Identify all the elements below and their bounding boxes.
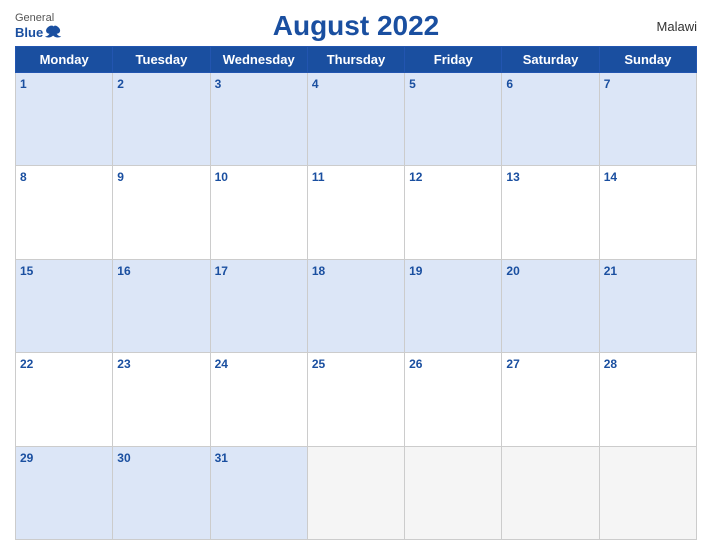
col-tuesday: Tuesday: [113, 47, 210, 73]
logo-blue-text: Blue: [15, 25, 43, 40]
day-number: 4: [312, 77, 319, 91]
table-row: 24: [210, 353, 307, 446]
weekday-header-row: Monday Tuesday Wednesday Thursday Friday…: [16, 47, 697, 73]
day-number: 26: [409, 357, 422, 371]
day-number: 16: [117, 264, 130, 278]
day-number: 5: [409, 77, 416, 91]
table-row: 3: [210, 73, 307, 166]
table-row: 8: [16, 166, 113, 259]
table-row: [307, 446, 404, 539]
day-number: 25: [312, 357, 325, 371]
calendar-week-row: 1 2 3 4 5 6 7: [16, 73, 697, 166]
day-number: 9: [117, 170, 124, 184]
day-number: 14: [604, 170, 617, 184]
table-row: 26: [405, 353, 502, 446]
day-number: 6: [506, 77, 513, 91]
table-row: 14: [599, 166, 696, 259]
col-monday: Monday: [16, 47, 113, 73]
table-row: 31: [210, 446, 307, 539]
country-label: Malawi: [617, 19, 697, 34]
table-row: 11: [307, 166, 404, 259]
table-row: [405, 446, 502, 539]
table-row: 22: [16, 353, 113, 446]
logo-bird-icon: [45, 24, 63, 40]
table-row: 21: [599, 259, 696, 352]
day-number: 24: [215, 357, 228, 371]
table-row: 5: [405, 73, 502, 166]
table-row: 9: [113, 166, 210, 259]
table-row: 23: [113, 353, 210, 446]
day-number: 30: [117, 451, 130, 465]
day-number: 23: [117, 357, 130, 371]
day-number: 29: [20, 451, 33, 465]
table-row: 12: [405, 166, 502, 259]
table-row: 2: [113, 73, 210, 166]
table-row: 10: [210, 166, 307, 259]
day-number: 19: [409, 264, 422, 278]
day-number: 12: [409, 170, 422, 184]
calendar-week-row: 15 16 17 18 19 20 21: [16, 259, 697, 352]
table-row: 20: [502, 259, 599, 352]
day-number: 17: [215, 264, 228, 278]
table-row: 13: [502, 166, 599, 259]
logo-general-text: General: [15, 12, 54, 24]
day-number: 22: [20, 357, 33, 371]
table-row: 25: [307, 353, 404, 446]
table-row: [502, 446, 599, 539]
col-thursday: Thursday: [307, 47, 404, 73]
table-row: 16: [113, 259, 210, 352]
day-number: 7: [604, 77, 611, 91]
table-row: 15: [16, 259, 113, 352]
calendar-title-area: August 2022: [95, 10, 617, 42]
calendar-week-row: 29 30 31: [16, 446, 697, 539]
col-sunday: Sunday: [599, 47, 696, 73]
day-number: 18: [312, 264, 325, 278]
table-row: 6: [502, 73, 599, 166]
table-row: 7: [599, 73, 696, 166]
table-row: [599, 446, 696, 539]
day-number: 13: [506, 170, 519, 184]
day-number: 31: [215, 451, 228, 465]
table-row: 17: [210, 259, 307, 352]
table-row: 18: [307, 259, 404, 352]
day-number: 10: [215, 170, 228, 184]
calendar-week-row: 22 23 24 25 26 27 28: [16, 353, 697, 446]
day-number: 15: [20, 264, 33, 278]
col-friday: Friday: [405, 47, 502, 73]
table-row: 19: [405, 259, 502, 352]
calendar-table: Monday Tuesday Wednesday Thursday Friday…: [15, 46, 697, 540]
day-number: 28: [604, 357, 617, 371]
table-row: 1: [16, 73, 113, 166]
day-number: 21: [604, 264, 617, 278]
day-number: 1: [20, 77, 27, 91]
day-number: 20: [506, 264, 519, 278]
calendar-header: General Blue August 2022 Malawi: [15, 10, 697, 42]
table-row: 4: [307, 73, 404, 166]
table-row: 29: [16, 446, 113, 539]
table-row: 27: [502, 353, 599, 446]
table-row: 30: [113, 446, 210, 539]
calendar-title: August 2022: [273, 10, 440, 41]
day-number: 27: [506, 357, 519, 371]
logo-area: General Blue: [15, 12, 95, 40]
col-wednesday: Wednesday: [210, 47, 307, 73]
col-saturday: Saturday: [502, 47, 599, 73]
table-row: 28: [599, 353, 696, 446]
calendar-week-row: 8 9 10 11 12 13 14: [16, 166, 697, 259]
day-number: 8: [20, 170, 27, 184]
day-number: 2: [117, 77, 124, 91]
day-number: 11: [312, 170, 325, 184]
day-number: 3: [215, 77, 222, 91]
